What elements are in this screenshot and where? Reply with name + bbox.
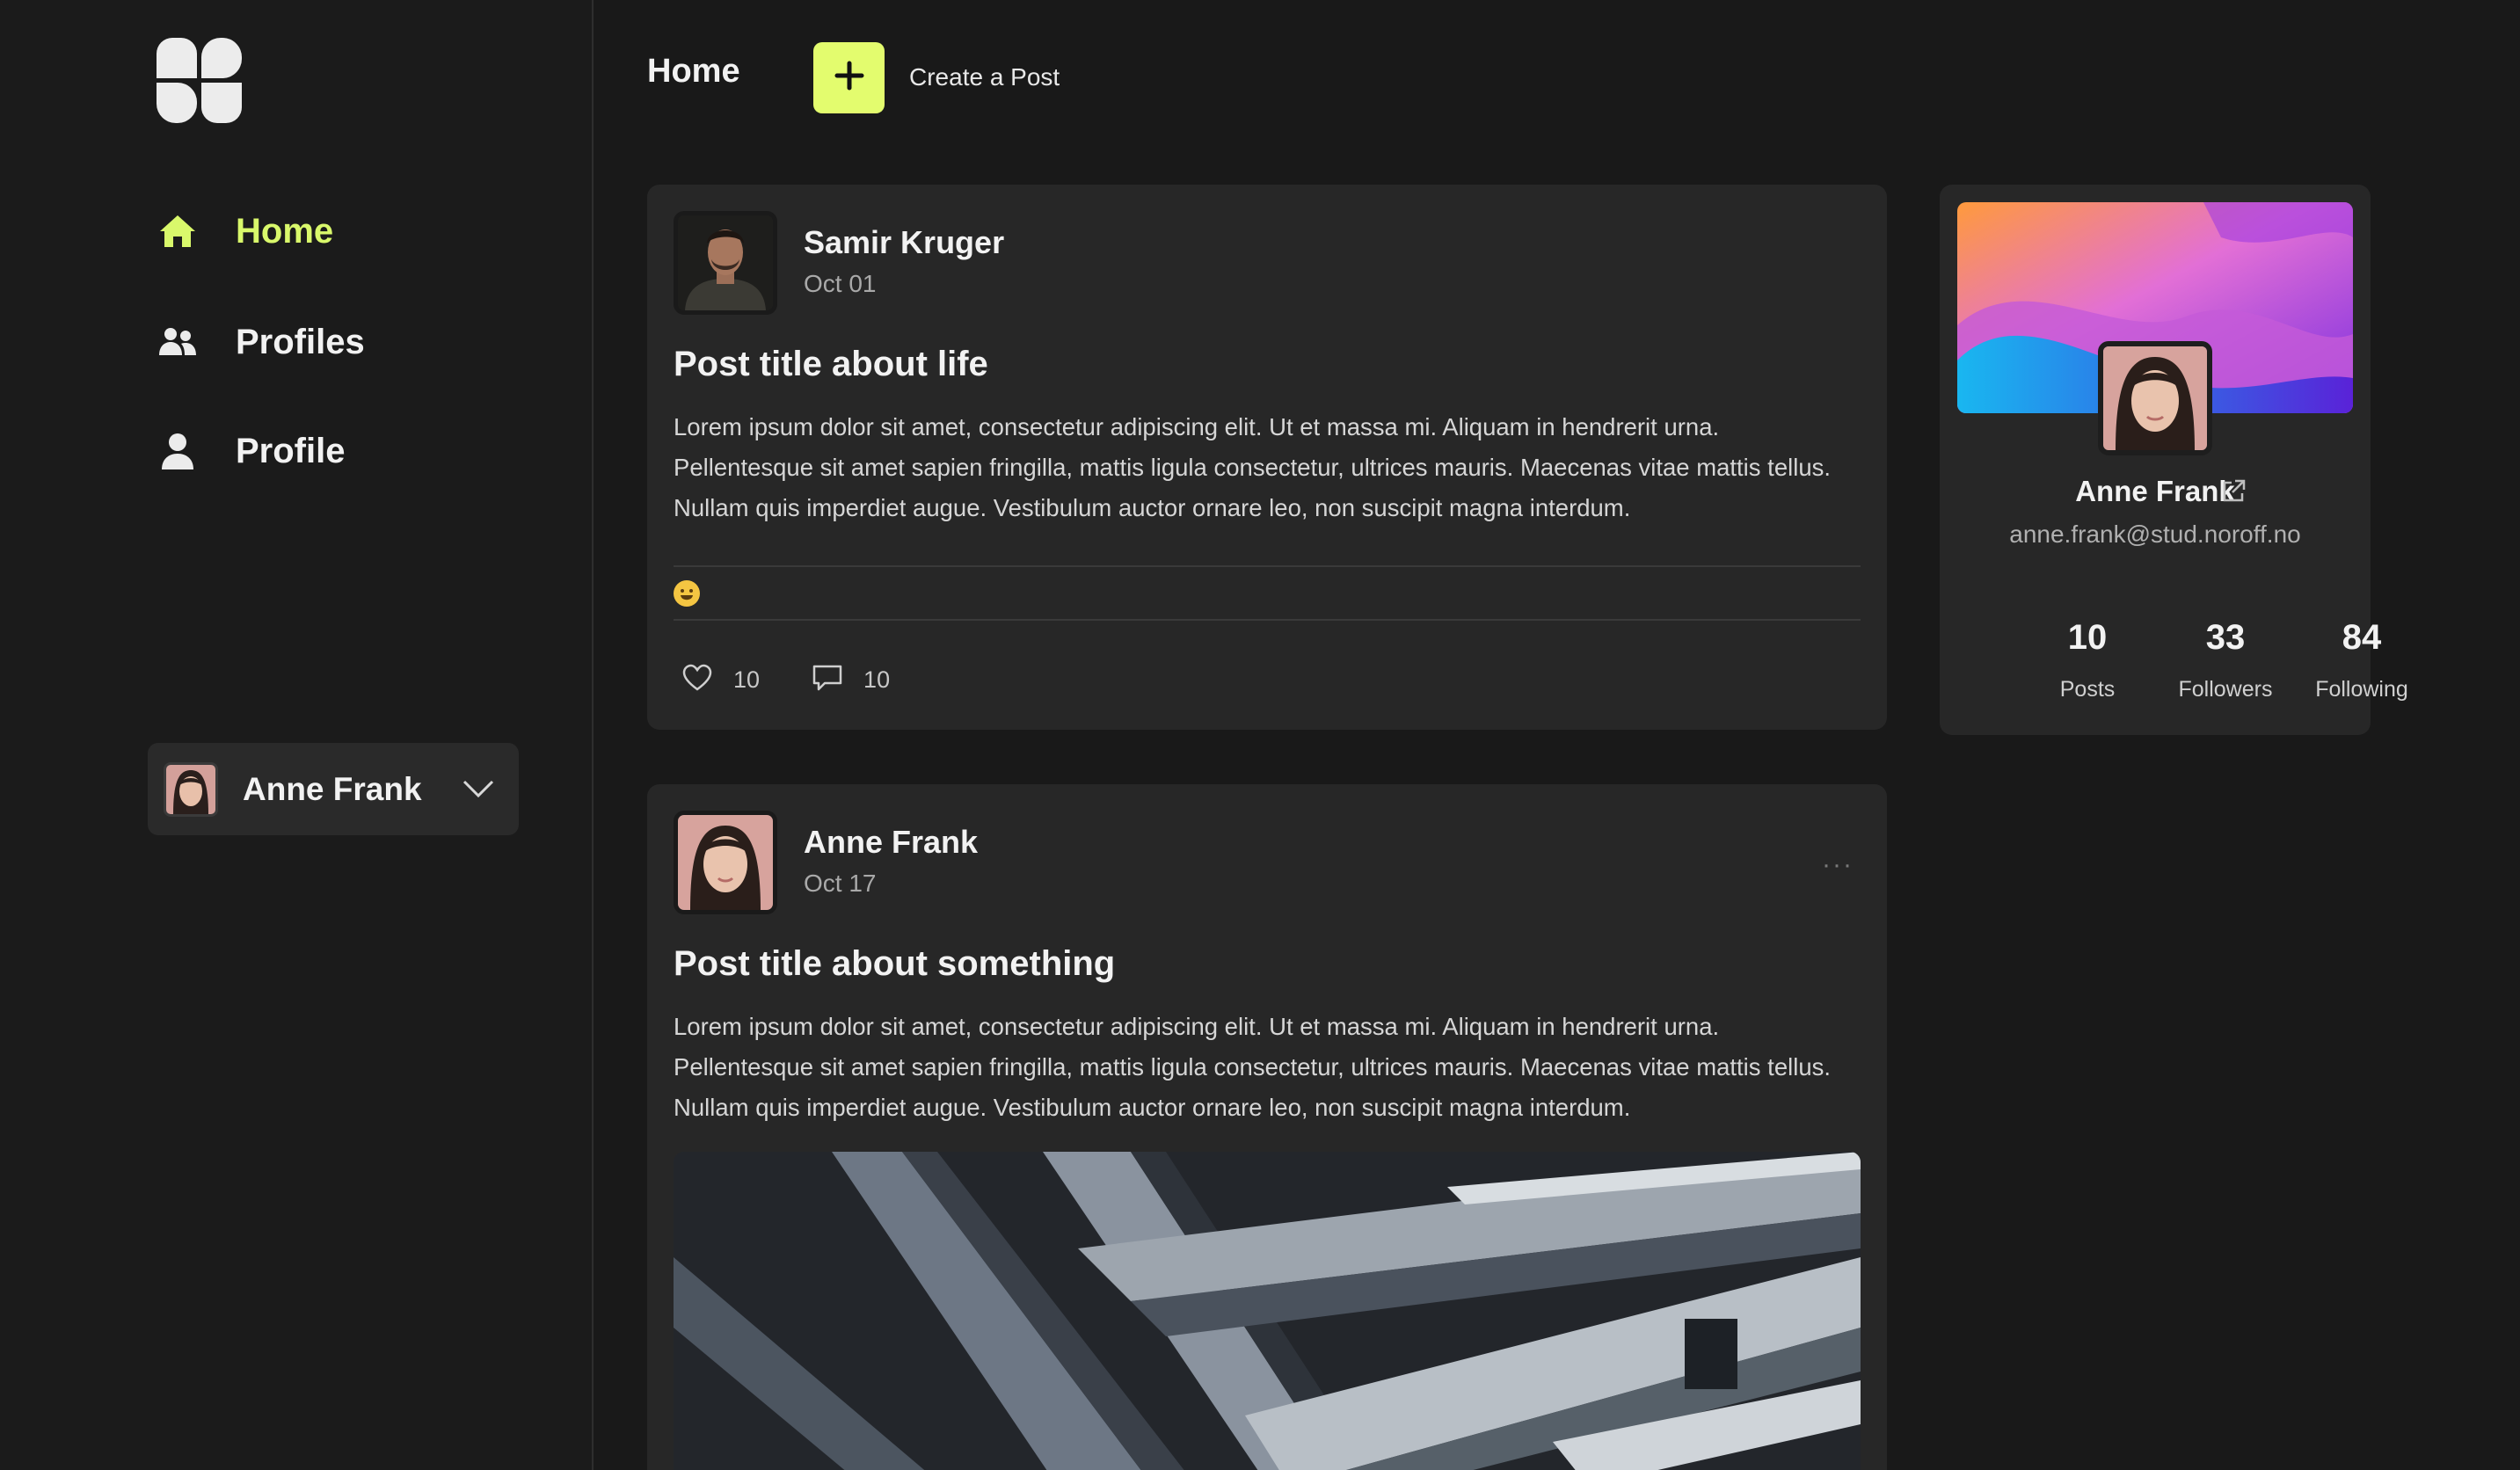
comment-count: 10	[863, 666, 891, 693]
profile-name[interactable]: Anne Frank	[1940, 475, 2371, 508]
reaction-bar	[674, 565, 1861, 621]
home-icon	[158, 207, 208, 256]
heart-icon	[682, 664, 712, 696]
stat-label: Followers	[2178, 677, 2273, 702]
avatar	[164, 761, 218, 817]
stat-label: Following	[2315, 677, 2408, 702]
stat-label: Posts	[2059, 677, 2116, 702]
create-post-label[interactable]: Create a Post	[909, 63, 1060, 91]
post-body: Lorem ipsum dolor sit amet, consectetur …	[674, 413, 1832, 521]
current-user-name: Anne Frank	[243, 770, 422, 807]
stat-value: 10	[2067, 618, 2108, 657]
avatar[interactable]	[674, 211, 777, 315]
external-link-icon[interactable]	[2219, 477, 2247, 506]
sidebar-item-label: Profile	[236, 431, 346, 470]
post-card: Anne Frank Oct 17 ··· Post title about s…	[647, 784, 1887, 1470]
avatar[interactable]	[2098, 341, 2212, 455]
stat-value: 84	[2342, 618, 2382, 657]
comment-button[interactable]: 10	[812, 664, 890, 696]
post-image[interactable]	[674, 1152, 1861, 1470]
profile-card: Anne Frank anne.frank@stud.noroff.no 10 …	[1940, 185, 2408, 735]
plus-icon	[834, 61, 864, 95]
post-author[interactable]: Anne Frank	[804, 824, 978, 861]
sidebar-item-label: Profiles	[236, 322, 365, 361]
post-card: Samir Kruger Oct 01 Post title about lif…	[647, 185, 1887, 730]
sidebar-item-home[interactable]: Home	[158, 205, 333, 258]
stat-posts[interactable]: 10 Posts	[2017, 618, 2158, 702]
like-count: 10	[733, 666, 761, 693]
app-root: Home Profiles Profile Anne Frank Home Cr…	[0, 0, 2520, 1470]
post-author[interactable]: Samir Kruger	[804, 224, 1004, 261]
chevron-down-icon[interactable]	[459, 769, 498, 808]
stat-value: 33	[2205, 618, 2246, 657]
post-date: Oct 01	[804, 270, 877, 297]
create-post-button[interactable]	[813, 42, 885, 113]
post-title[interactable]: Post title about life	[674, 345, 988, 384]
post-title[interactable]: Post title about something	[674, 944, 1115, 984]
more-options-icon[interactable]: ···	[1822, 850, 1854, 880]
stat-followers[interactable]: 33 Followers	[2155, 618, 2296, 702]
user-switcher[interactable]: Anne Frank	[148, 743, 519, 835]
avatar[interactable]	[674, 811, 777, 914]
stat-following[interactable]: 84 Following	[2291, 618, 2432, 702]
sidebar-item-profile[interactable]: Profile	[158, 425, 345, 477]
user-icon	[158, 426, 208, 476]
sidebar-item-label: Home	[236, 211, 334, 251]
post-actions: 10 10	[682, 664, 943, 696]
sidebar-item-profiles[interactable]: Profiles	[158, 316, 365, 368]
comment-icon	[812, 664, 842, 696]
profile-email: anne.frank@stud.noroff.no	[2009, 520, 2301, 548]
post-body: Lorem ipsum dolor sit amet, consectetur …	[674, 1013, 1832, 1121]
four-petal-logo-icon[interactable]	[157, 38, 242, 123]
page-title: Home	[647, 53, 740, 90]
smiley-emoji-icon[interactable]	[674, 579, 700, 607]
users-icon	[158, 317, 208, 367]
post-date: Oct 17	[804, 870, 877, 897]
like-button[interactable]: 10	[682, 664, 760, 696]
sidebar: Home Profiles Profile Anne Frank	[0, 0, 594, 1470]
